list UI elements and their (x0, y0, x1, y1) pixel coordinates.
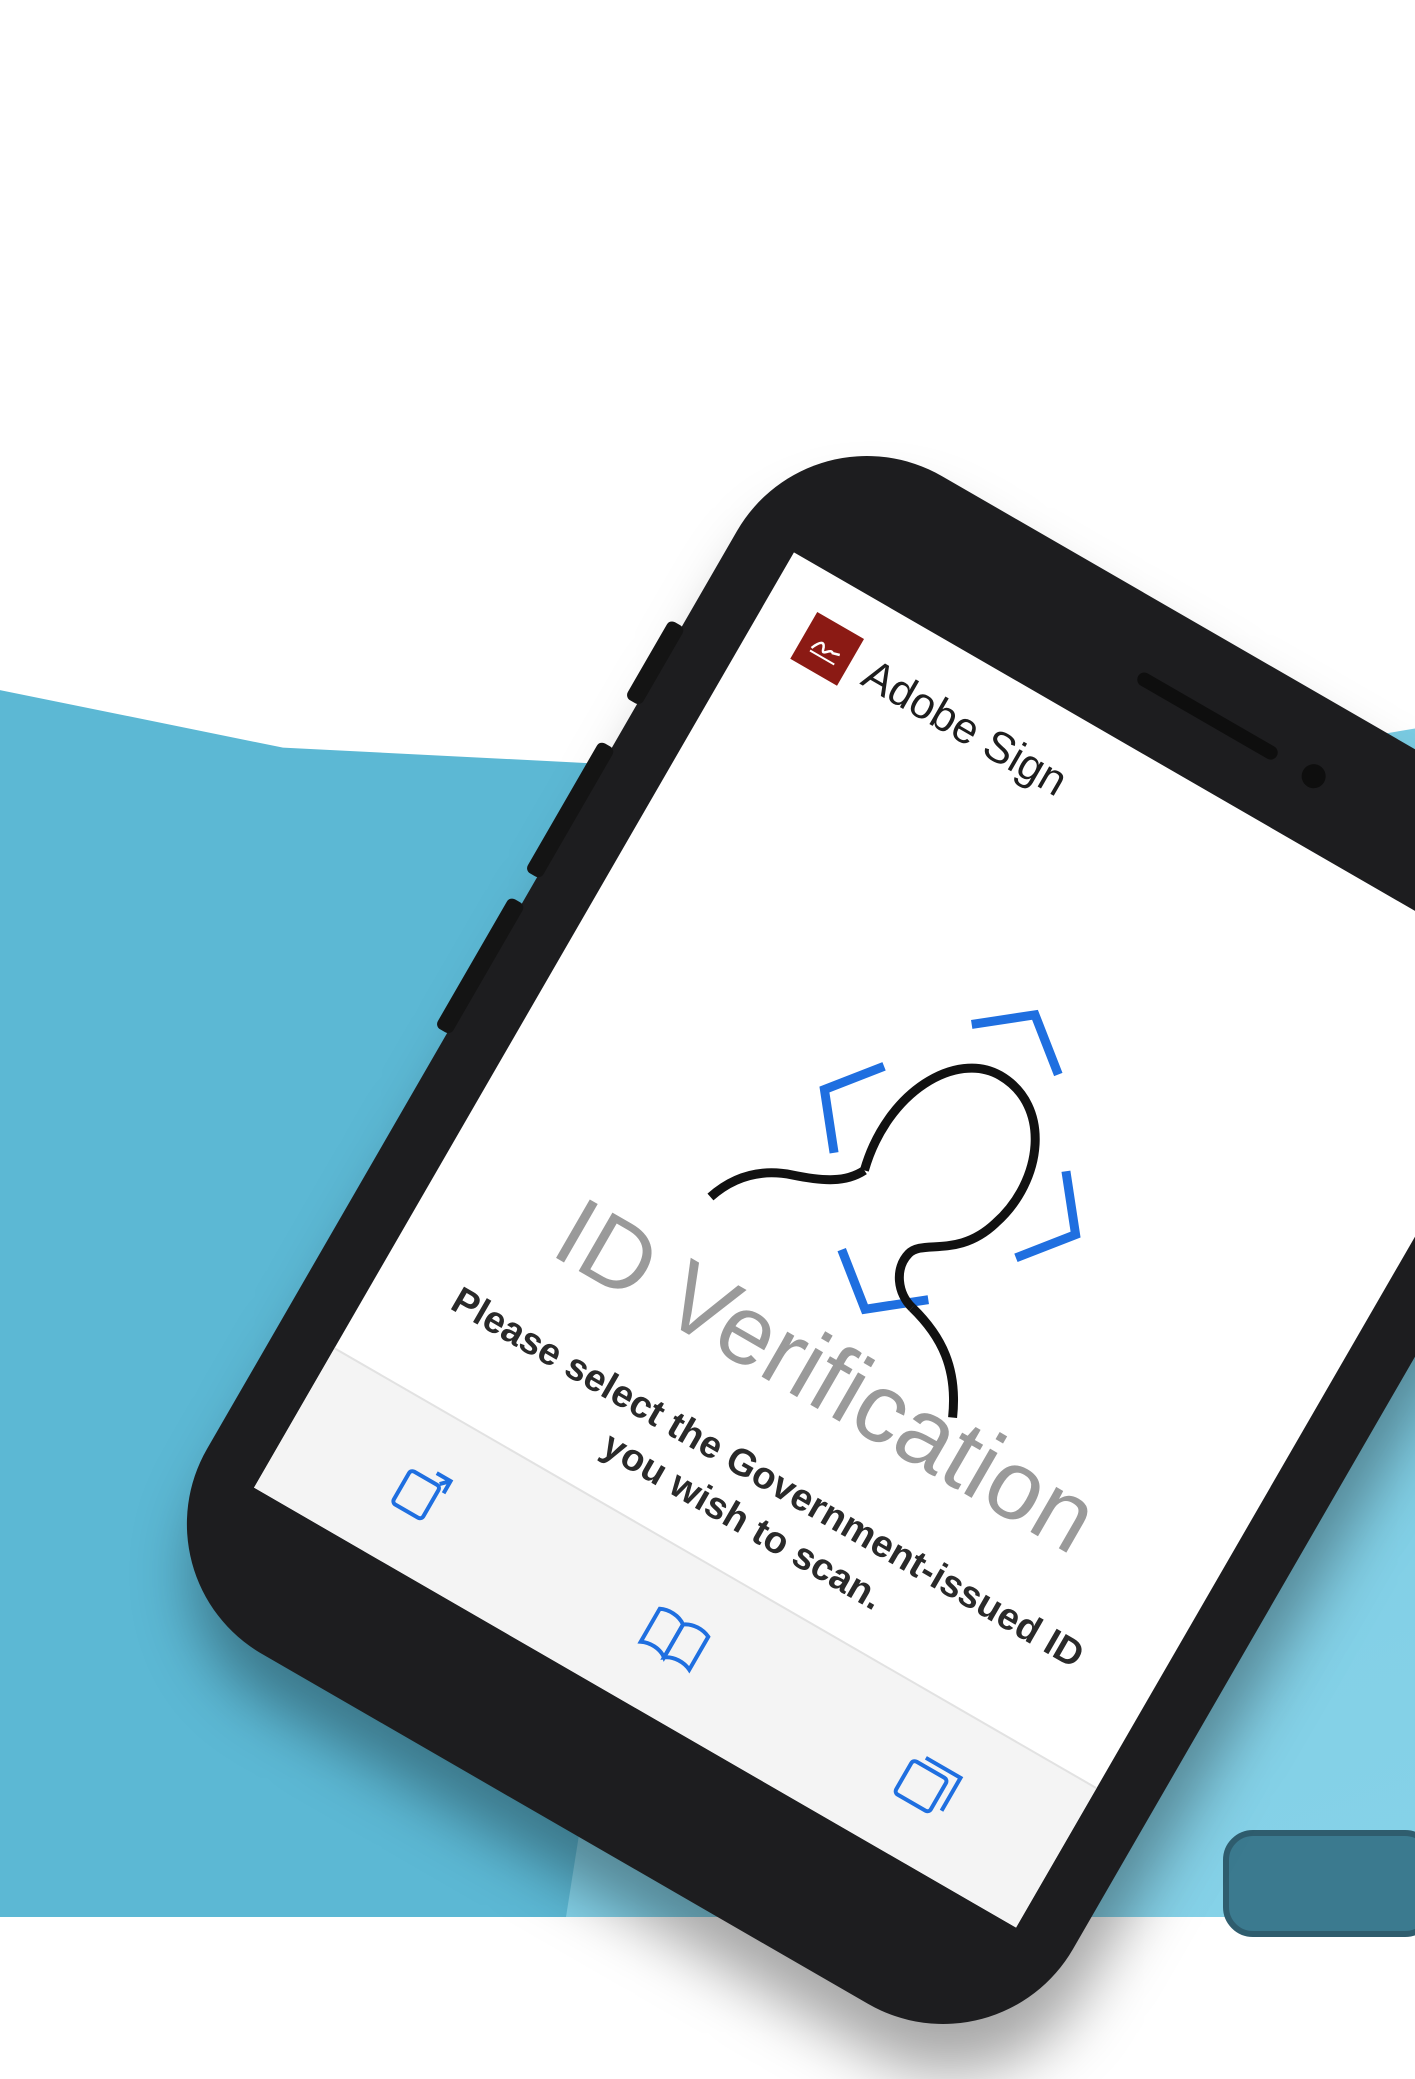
phone-speaker (1134, 669, 1281, 763)
app-name: Adobe Sign (854, 649, 1076, 806)
option-label: Passport (420, 1645, 579, 1763)
phone-camera (1297, 759, 1331, 793)
scan-bracket-left-icon (819, 1062, 886, 1154)
phone-mute-switch (624, 619, 686, 707)
scan-bracket-right-icon (1014, 1170, 1081, 1263)
app-header: Adobe Sign (790, 611, 1076, 809)
rotate-icon[interactable] (373, 1444, 469, 1540)
adobe-sign-logo-icon (790, 611, 865, 686)
passport-icon (339, 1596, 422, 1676)
corner-decoration (1223, 1830, 1415, 1937)
scan-bracket-top-icon (971, 1009, 1063, 1077)
chevron-right-icon: › (584, 1740, 619, 1786)
book-icon[interactable] (627, 1591, 723, 1687)
pages-icon[interactable] (881, 1737, 977, 1833)
